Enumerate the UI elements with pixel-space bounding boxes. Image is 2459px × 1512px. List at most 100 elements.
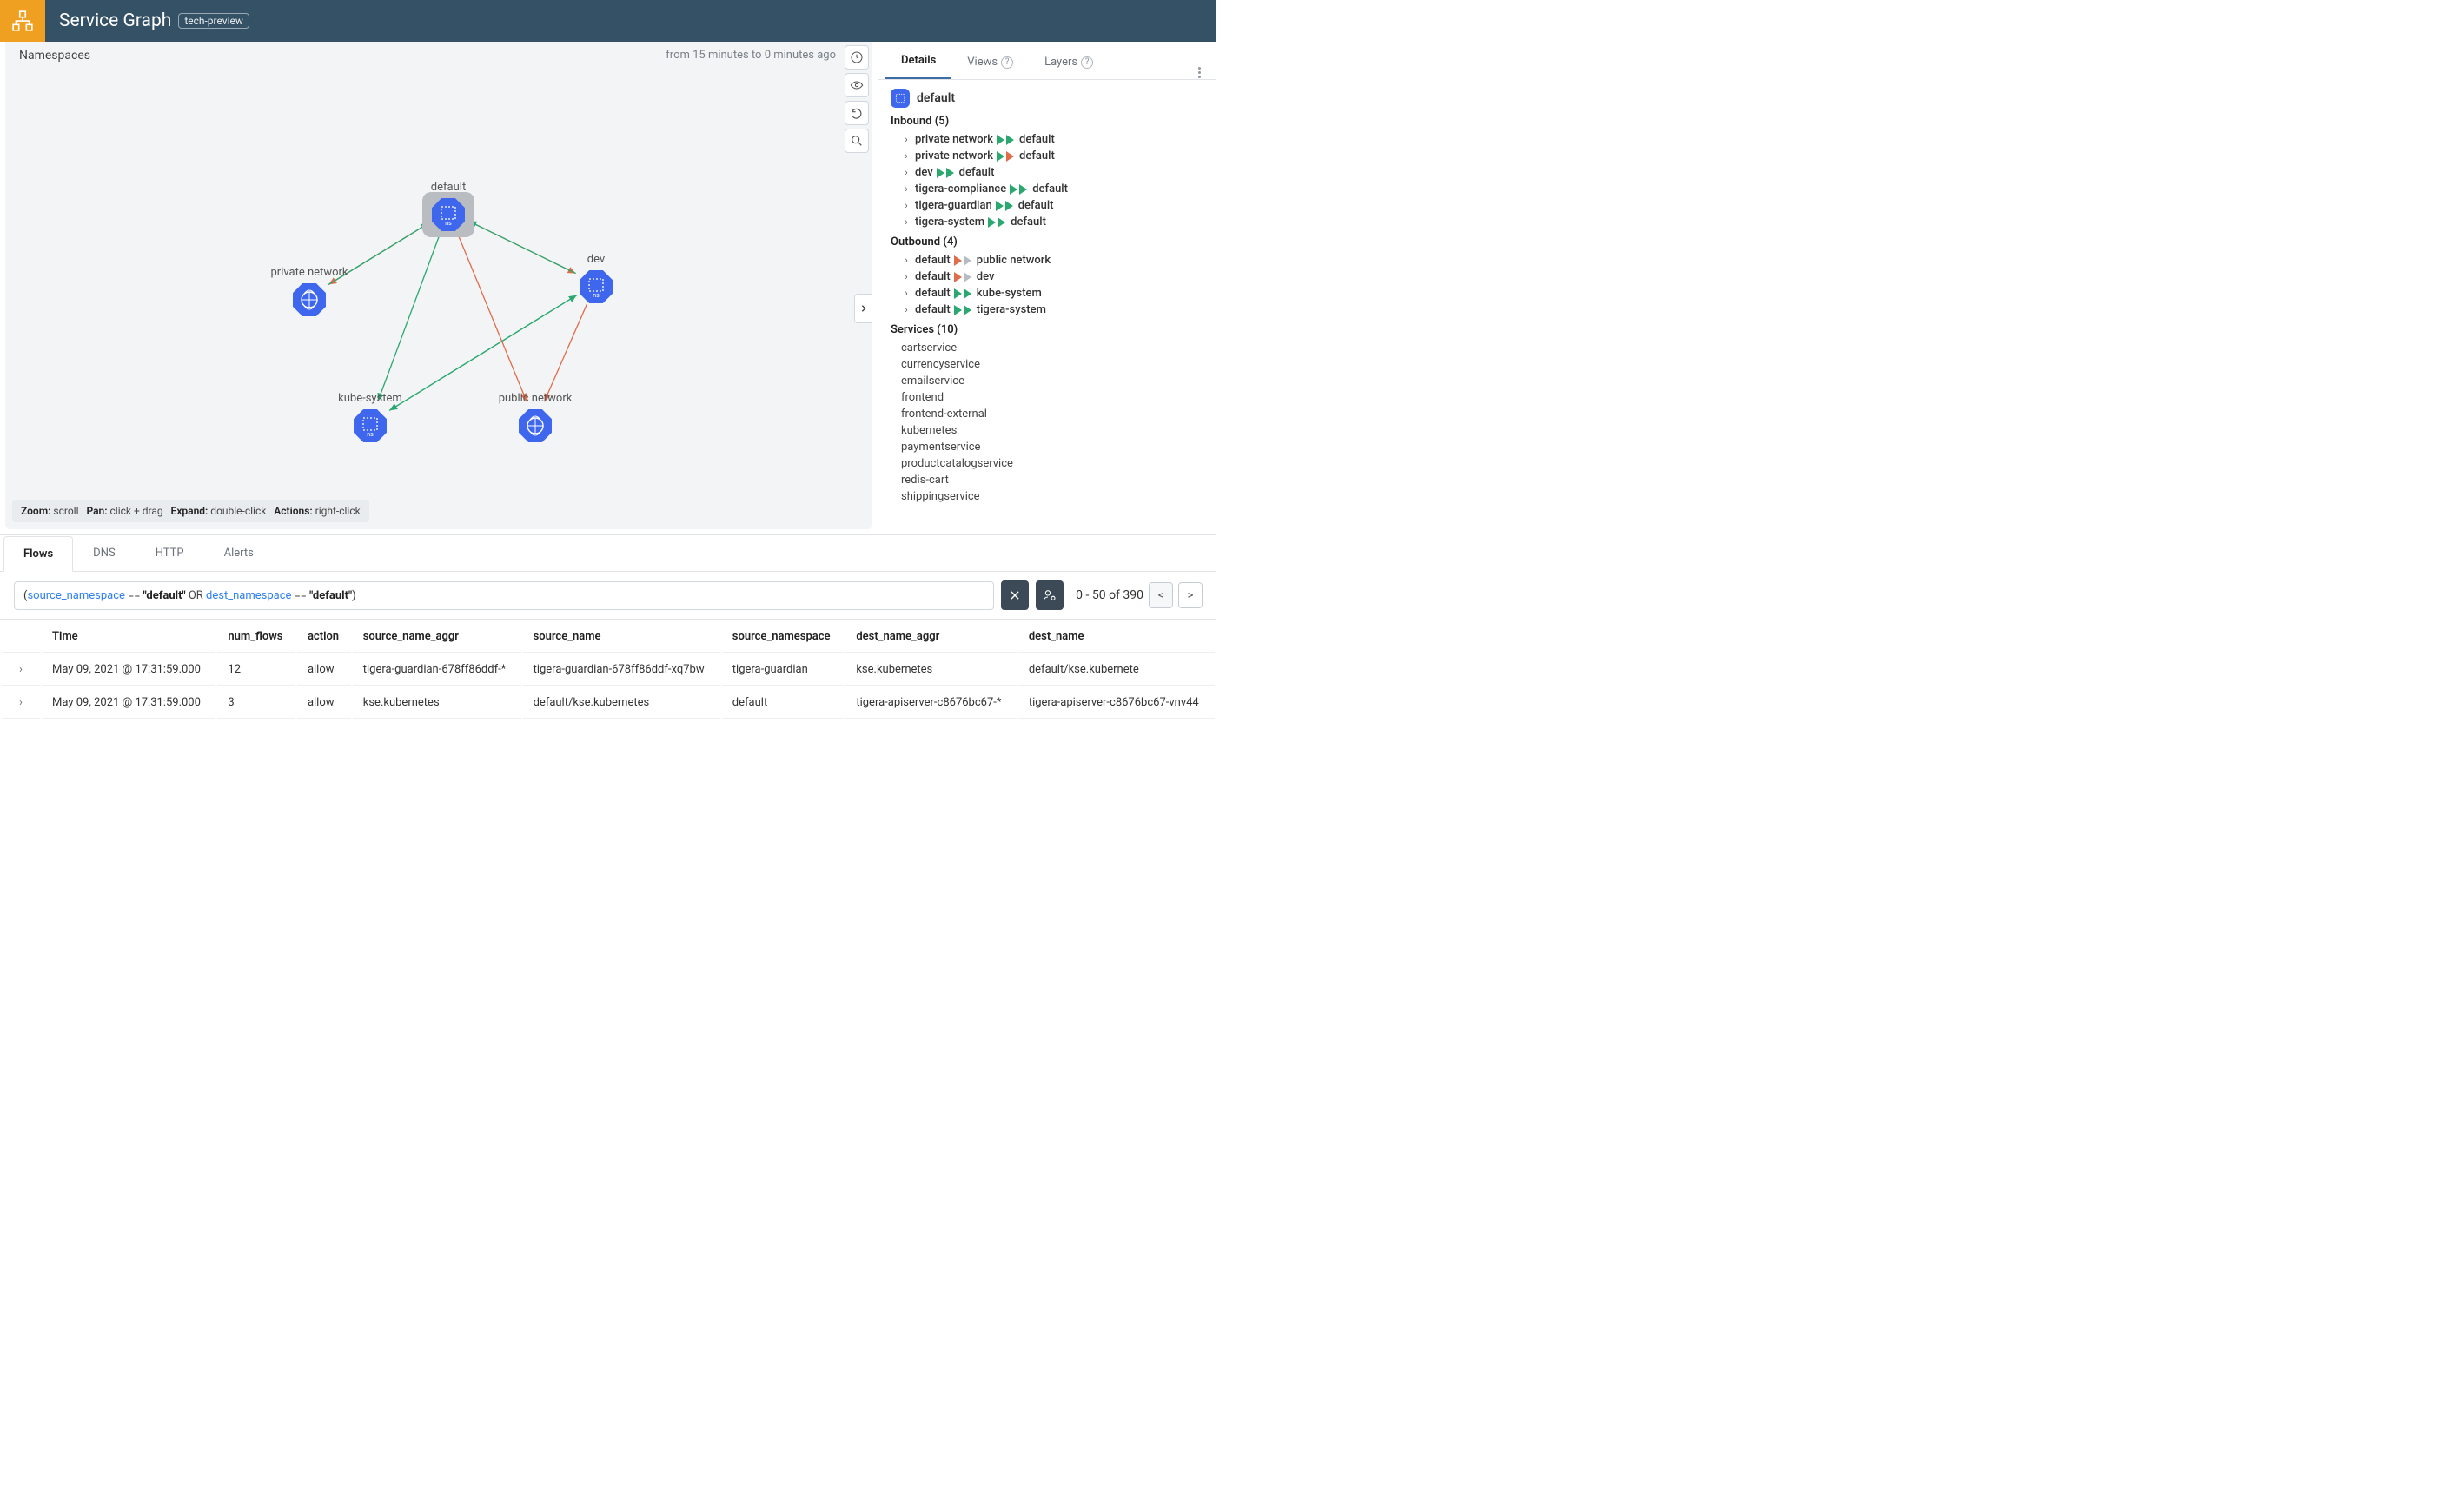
cell-action: allow — [297, 654, 351, 686]
chevron-right-icon: › — [901, 150, 911, 162]
service-item[interactable]: kubernetes — [891, 422, 1204, 439]
table-row[interactable]: ›May 09, 2021 @ 17:31:59.00012allowtiger… — [2, 654, 1215, 686]
service-item[interactable]: emailservice — [891, 373, 1204, 389]
graph-node-dev[interactable]: ns dev — [580, 253, 613, 302]
flow-src: private network — [915, 149, 993, 162]
tab-flows[interactable]: Flows — [3, 536, 73, 572]
flow-row[interactable]: ›tigera-guardiandefault — [891, 197, 1204, 214]
tab-layers[interactable]: Layers? — [1029, 45, 1109, 79]
expand-row-button[interactable]: › — [2, 687, 40, 719]
tab-http[interactable]: HTTP — [136, 535, 204, 571]
tab-alerts[interactable]: Alerts — [204, 535, 274, 571]
flow-src: private network — [915, 133, 993, 146]
flow-row[interactable]: ›defaulttigera-system — [891, 302, 1204, 318]
flow-src: default — [915, 254, 951, 267]
graph-node-public-network[interactable]: public network — [499, 392, 573, 441]
service-item[interactable]: frontend-external — [891, 406, 1204, 422]
svg-text:ns: ns — [593, 292, 600, 299]
close-icon — [1009, 589, 1021, 601]
svg-text:ns: ns — [367, 431, 374, 438]
clear-query-button[interactable] — [1001, 580, 1029, 610]
tab-details[interactable]: Details — [885, 43, 951, 79]
chevron-right-icon: › — [901, 183, 911, 195]
flow-row[interactable]: ›private networkdefault — [891, 131, 1204, 148]
flow-egress-icon — [988, 217, 996, 228]
app-logo — [0, 0, 45, 42]
node-label: private network — [270, 266, 348, 279]
flow-row[interactable]: ›defaultkube-system — [891, 285, 1204, 302]
column-header: num_flows — [217, 621, 295, 653]
expand-row-button[interactable]: › — [2, 654, 40, 686]
node-label: public network — [499, 392, 573, 405]
flow-ingress-icon — [964, 288, 971, 299]
service-item[interactable]: frontend — [891, 389, 1204, 406]
graph-edge[interactable] — [468, 221, 575, 273]
flow-dst: default — [959, 166, 995, 179]
query-input[interactable]: (source_namespace == "default" OR dest_n… — [14, 581, 994, 610]
cell-action: allow — [297, 687, 351, 719]
flow-src: default — [915, 287, 951, 300]
flow-egress-icon — [997, 135, 1004, 145]
flow-ingress-icon — [946, 168, 954, 178]
flow-dst: default — [1019, 133, 1055, 146]
flow-row[interactable]: ›devdefault — [891, 164, 1204, 181]
column-header: source_name_aggr — [353, 621, 521, 653]
flow-egress-icon — [996, 201, 1004, 211]
flow-ingress-icon — [1006, 151, 1014, 162]
graph-edge[interactable] — [544, 304, 587, 401]
graph-node-private-network[interactable]: private network — [270, 266, 348, 315]
flow-dst: default — [1011, 216, 1046, 229]
column-header: Time — [42, 621, 215, 653]
query-settings-button[interactable] — [1036, 580, 1064, 610]
service-item[interactable]: productcatalogservice — [891, 455, 1204, 472]
service-item[interactable]: paymentservice — [891, 439, 1204, 455]
flow-ingress-icon — [1019, 184, 1027, 195]
outbound-title: Outbound (4) — [891, 235, 1204, 249]
right-panel-menu-button[interactable] — [1190, 66, 1210, 79]
flow-src: default — [915, 303, 951, 316]
graph-node-kube-system[interactable]: nskube-system — [338, 392, 402, 441]
next-page-button[interactable]: > — [1178, 582, 1203, 608]
tab-dns[interactable]: DNS — [73, 535, 136, 571]
tab-views[interactable]: Views? — [951, 45, 1029, 79]
flow-egress-icon — [1010, 184, 1017, 195]
flow-egress-icon — [997, 151, 1004, 162]
service-item[interactable]: shippingservice — [891, 488, 1204, 505]
flow-row[interactable]: ›defaultpublic network — [891, 252, 1204, 269]
flow-egress-icon — [954, 288, 962, 299]
column-header: action — [297, 621, 351, 653]
graph-node-default[interactable]: nsdefault — [422, 181, 474, 237]
flow-ingress-icon — [964, 272, 971, 282]
table-row[interactable]: ›May 09, 2021 @ 17:31:59.0003allowkse.ku… — [2, 687, 1215, 719]
flow-ingress-icon — [964, 305, 971, 315]
inbound-list: › private network default › private network d… — [891, 131, 1204, 230]
graph-logo-icon — [11, 10, 34, 32]
user-gear-icon — [1043, 588, 1057, 602]
chevron-right-icon: › — [901, 271, 911, 282]
bottom-tabs: FlowsDNSHTTPAlerts — [0, 535, 1216, 572]
outbound-list: ›defaultpublic network›defaultdev›defaul… — [891, 252, 1204, 318]
node-label: dev — [587, 253, 606, 266]
selected-namespace-name: default — [917, 91, 955, 105]
prev-page-button[interactable]: < — [1149, 582, 1173, 608]
flow-row[interactable]: ›defaultdev — [891, 269, 1204, 285]
cell-num_flows: 12 — [217, 654, 295, 686]
graph-svg: nsdefault private network ns dev nskube-syst… — [5, 42, 872, 529]
graph-edge[interactable] — [378, 232, 441, 401]
service-item[interactable]: redis-cart — [891, 472, 1204, 488]
flow-row[interactable]: ›tigera-systemdefault — [891, 214, 1204, 230]
flow-row[interactable]: ›private networkdefault — [891, 148, 1204, 164]
graph-canvas[interactable]: Namespaces from 15 minutes to 0 minutes … — [5, 42, 872, 529]
right-panel-tabs: Details Views? Layers? — [878, 42, 1216, 80]
graph-edge[interactable] — [457, 232, 527, 401]
cell-source_namespace: default — [722, 687, 845, 719]
right-panel: Details Views? Layers? default Inbound (… — [878, 42, 1216, 534]
help-icon: ? — [1081, 56, 1093, 69]
flow-src: tigera-guardian — [915, 199, 992, 212]
flow-dst: dev — [977, 270, 995, 283]
flow-row[interactable]: ›tigera-compliancedefault — [891, 181, 1204, 197]
flow-egress-icon — [937, 168, 944, 178]
service-item[interactable]: currencyservice — [891, 356, 1204, 373]
cell-num_flows: 3 — [217, 687, 295, 719]
service-item[interactable]: cartservice — [891, 340, 1204, 356]
